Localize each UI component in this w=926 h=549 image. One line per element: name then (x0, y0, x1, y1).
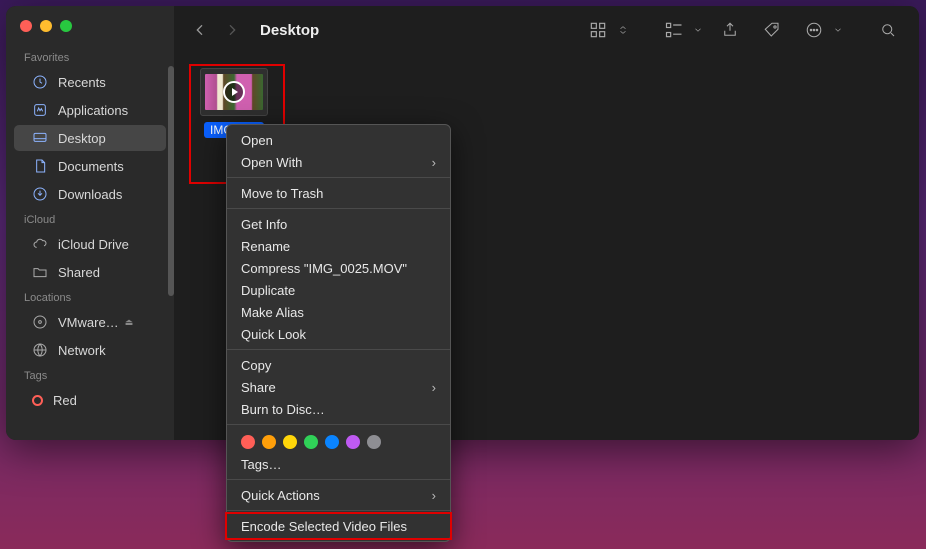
file-thumbnail[interactable] (200, 68, 268, 116)
finder-window: Favorites Recents Applications Desktop D… (6, 6, 919, 440)
sidebar-item-label: VMware… (58, 315, 119, 330)
share-button[interactable] (713, 16, 747, 44)
menu-separator (227, 424, 450, 425)
menu-separator (227, 479, 450, 480)
shared-folder-icon (32, 264, 48, 280)
tag-color-orange[interactable] (262, 435, 276, 449)
menu-item-tags[interactable]: Tags… (227, 453, 450, 475)
sidebar-section-favorites: Favorites (6, 46, 174, 68)
search-button[interactable] (871, 16, 905, 44)
menu-item-quick-look[interactable]: Quick Look (227, 323, 450, 345)
chevron-down-icon[interactable] (831, 16, 845, 44)
chevron-right-icon: › (432, 488, 436, 503)
tag-color-gray[interactable] (367, 435, 381, 449)
sidebar-item-label: Downloads (58, 187, 122, 202)
documents-icon (32, 158, 48, 174)
menu-item-get-info[interactable]: Get Info (227, 213, 450, 235)
menu-item-compress[interactable]: Compress "IMG_0025.MOV" (227, 257, 450, 279)
forward-button[interactable] (220, 18, 244, 42)
tag-color-green[interactable] (304, 435, 318, 449)
sidebar-section-tags: Tags (6, 364, 174, 386)
eject-icon[interactable]: ⏏ (125, 317, 134, 328)
sidebar-item-icloud-drive[interactable]: iCloud Drive (14, 231, 166, 257)
disk-icon (32, 314, 48, 330)
sidebar-item-vmware[interactable]: VMware… ⏏ (14, 309, 166, 335)
sidebar-item-desktop[interactable]: Desktop (14, 125, 166, 151)
menu-item-burn-to-disc[interactable]: Burn to Disc… (227, 398, 450, 420)
sidebar-item-tag-red[interactable]: Red (14, 387, 166, 413)
sidebar-item-recents[interactable]: Recents (14, 69, 166, 95)
network-icon (32, 342, 48, 358)
tag-color-row (227, 429, 450, 453)
menu-item-encode-video[interactable]: Encode Selected Video Files (227, 515, 450, 537)
sidebar-item-label: Applications (58, 103, 128, 118)
sidebar: Favorites Recents Applications Desktop D… (6, 6, 174, 440)
play-icon (223, 81, 245, 103)
toolbar: Desktop (174, 6, 919, 54)
minimize-window-button[interactable] (40, 20, 52, 32)
downloads-icon (32, 186, 48, 202)
tag-color-purple[interactable] (346, 435, 360, 449)
menu-item-open-with[interactable]: Open With› (227, 151, 450, 173)
applications-icon (32, 102, 48, 118)
sidebar-section-icloud: iCloud (6, 208, 174, 230)
menu-separator (227, 510, 450, 511)
menu-separator (227, 208, 450, 209)
page-title: Desktop (260, 22, 319, 39)
fullscreen-window-button[interactable] (60, 20, 72, 32)
sidebar-item-documents[interactable]: Documents (14, 153, 166, 179)
context-menu: Open Open With› Move to Trash Get Info R… (226, 124, 451, 542)
sidebar-item-applications[interactable]: Applications (14, 97, 166, 123)
menu-item-quick-actions[interactable]: Quick Actions› (227, 484, 450, 506)
sidebar-item-downloads[interactable]: Downloads (14, 181, 166, 207)
cloud-icon (32, 236, 48, 252)
close-window-button[interactable] (20, 20, 32, 32)
window-controls (6, 14, 174, 46)
menu-item-share[interactable]: Share› (227, 376, 450, 398)
sidebar-section-locations: Locations (6, 286, 174, 308)
sidebar-item-shared[interactable]: Shared (14, 259, 166, 285)
menu-separator (227, 177, 450, 178)
menu-item-move-to-trash[interactable]: Move to Trash (227, 182, 450, 204)
sidebar-item-label: Recents (58, 75, 106, 90)
sidebar-item-label: Desktop (58, 131, 106, 146)
tag-color-yellow[interactable] (283, 435, 297, 449)
chevron-down-icon[interactable] (691, 16, 705, 44)
view-icons-button[interactable] (581, 16, 615, 44)
menu-item-rename[interactable]: Rename (227, 235, 450, 257)
sidebar-item-label: iCloud Drive (58, 237, 129, 252)
sidebar-item-label: Network (58, 343, 106, 358)
menu-separator (227, 349, 450, 350)
back-button[interactable] (188, 18, 212, 42)
chevron-right-icon: › (432, 380, 436, 395)
sidebar-item-label: Red (53, 393, 77, 408)
tags-button[interactable] (755, 16, 789, 44)
tag-dot-red-icon (32, 395, 43, 406)
tag-color-red[interactable] (241, 435, 255, 449)
menu-item-open[interactable]: Open (227, 129, 450, 151)
menu-item-copy[interactable]: Copy (227, 354, 450, 376)
sidebar-item-label: Documents (58, 159, 124, 174)
view-switcher-icon[interactable] (615, 16, 631, 44)
menu-item-duplicate[interactable]: Duplicate (227, 279, 450, 301)
menu-item-make-alias[interactable]: Make Alias (227, 301, 450, 323)
sidebar-item-label: Shared (58, 265, 100, 280)
tag-color-blue[interactable] (325, 435, 339, 449)
action-button[interactable] (797, 16, 831, 44)
clock-icon (32, 74, 48, 90)
desktop-icon (32, 130, 48, 146)
sidebar-item-network[interactable]: Network (14, 337, 166, 363)
group-button[interactable] (657, 16, 691, 44)
chevron-right-icon: › (432, 155, 436, 170)
